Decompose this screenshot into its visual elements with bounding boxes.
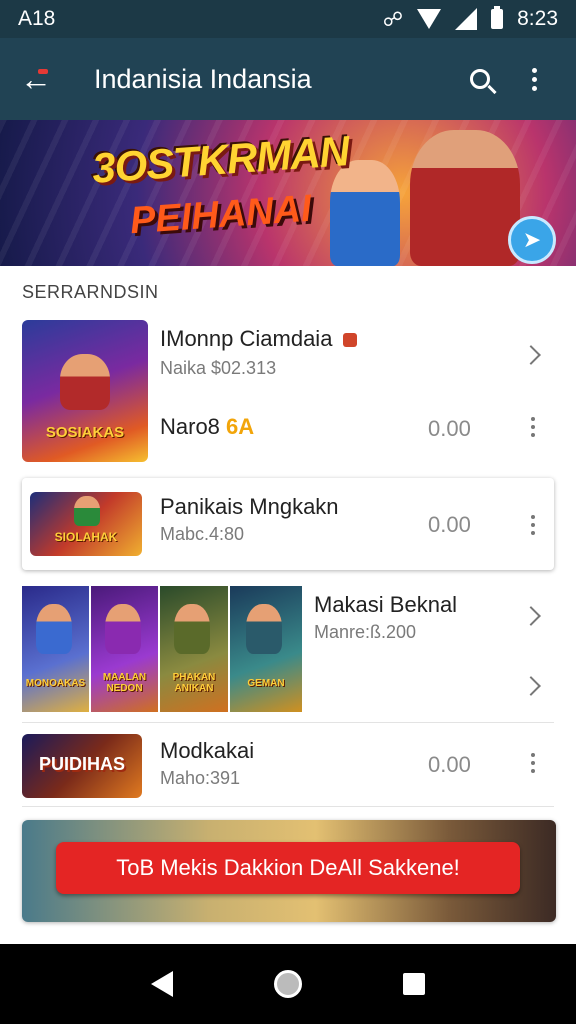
battery-icon	[491, 6, 504, 29]
item-price: 0.00	[428, 752, 471, 777]
game-thumbnail[interactable]: MAALAN NEDON	[91, 586, 158, 712]
thumbnail-label: SIOLAHAK	[54, 530, 118, 544]
status-left-text: A18	[18, 7, 56, 30]
item-price: 0.00	[428, 512, 471, 537]
banner-character-left	[330, 160, 400, 266]
banner-character-right	[410, 130, 520, 266]
location-pin-icon[interactable]: ➤	[508, 216, 556, 264]
nav-recents-icon[interactable]	[403, 973, 426, 995]
status-bar: A18 ☍ 8:23	[0, 0, 576, 38]
thumbnail-label: PHAKAN ANIKAN	[172, 672, 216, 694]
game-thumbnail[interactable]: MONOAKAS	[22, 586, 89, 712]
item-subtitle: Manre:ß.200	[314, 622, 417, 642]
item-more-button[interactable]	[521, 510, 545, 540]
overflow-menu-button[interactable]	[512, 57, 556, 101]
thumbnail-label: MAALAN NEDON	[102, 672, 147, 694]
game-thumbnail[interactable]: SIOLAHAK	[30, 492, 142, 556]
search-icon	[470, 69, 490, 89]
item-title: Panikais Mngkakn	[160, 494, 339, 519]
system-nav-bar	[0, 944, 576, 1024]
divider	[22, 806, 554, 807]
notification-dot	[38, 69, 48, 74]
back-button[interactable]: ←	[20, 59, 60, 99]
thumbnail-label: GEMAN	[247, 678, 285, 689]
item-title[interactable]: IMonnp Ciamdaia	[160, 326, 357, 352]
app-bar: ← Indanisia Indansia	[0, 38, 576, 120]
page-title: Indanisia Indansia	[94, 63, 312, 94]
item-badge: 6A	[226, 414, 255, 439]
item-title[interactable]: Naro8 6A	[160, 414, 254, 440]
chevron-right-icon[interactable]	[521, 345, 541, 365]
status-icons: ☍ 8:23	[382, 6, 558, 32]
thumbnail-label: PUIDIHAS	[38, 754, 125, 774]
divider	[22, 722, 554, 723]
search-button[interactable]	[458, 57, 502, 101]
promo-button[interactable]: ToB Mekis Dakkion DeAll Sakkene!	[56, 842, 520, 894]
hero-banner[interactable]: 3OSTKRMAN PEIHANAI ➤	[0, 120, 576, 266]
item-subtitle: Mabc.4:80	[160, 524, 245, 544]
section-label: SERRARNDSIN	[22, 282, 159, 302]
thumbnail-label: SOSIAKAS	[45, 424, 125, 441]
sticker-icon	[342, 333, 357, 348]
arrow-left-icon: ←	[20, 60, 52, 97]
nfc-icon: ☍	[382, 8, 404, 31]
chevron-right-icon[interactable]	[521, 676, 541, 696]
nav-home-icon[interactable]	[273, 970, 302, 998]
promo-banner[interactable]: ToB Mekis Dakkion DeAll Sakkene!	[22, 820, 556, 922]
game-thumbnail[interactable]: GEMAN	[230, 586, 302, 712]
signal-icon	[455, 8, 478, 30]
item-title: Modkakai	[160, 738, 255, 763]
chevron-right-icon[interactable]	[521, 606, 541, 626]
wifi-icon	[417, 9, 442, 29]
item-price: 0.00	[428, 416, 471, 441]
more-vert-icon	[531, 67, 537, 91]
game-thumbnail[interactable]: PUIDIHAS	[22, 734, 142, 798]
game-thumbnail[interactable]: SOSIAKAS	[22, 320, 148, 462]
item-more-button[interactable]	[521, 748, 545, 778]
item-subtitle: Naika $02.313	[160, 358, 277, 378]
item-more-button[interactable]	[521, 412, 545, 442]
thumbnail-label: MONOAKAS	[25, 678, 86, 689]
item-title: Makasi Beknal	[314, 592, 458, 617]
status-time: 8:23	[517, 7, 558, 30]
nav-back-icon[interactable]	[150, 971, 173, 997]
item-subtitle: Maho:391	[160, 768, 241, 788]
game-thumbnail[interactable]: PHAKAN ANIKAN	[160, 586, 228, 712]
